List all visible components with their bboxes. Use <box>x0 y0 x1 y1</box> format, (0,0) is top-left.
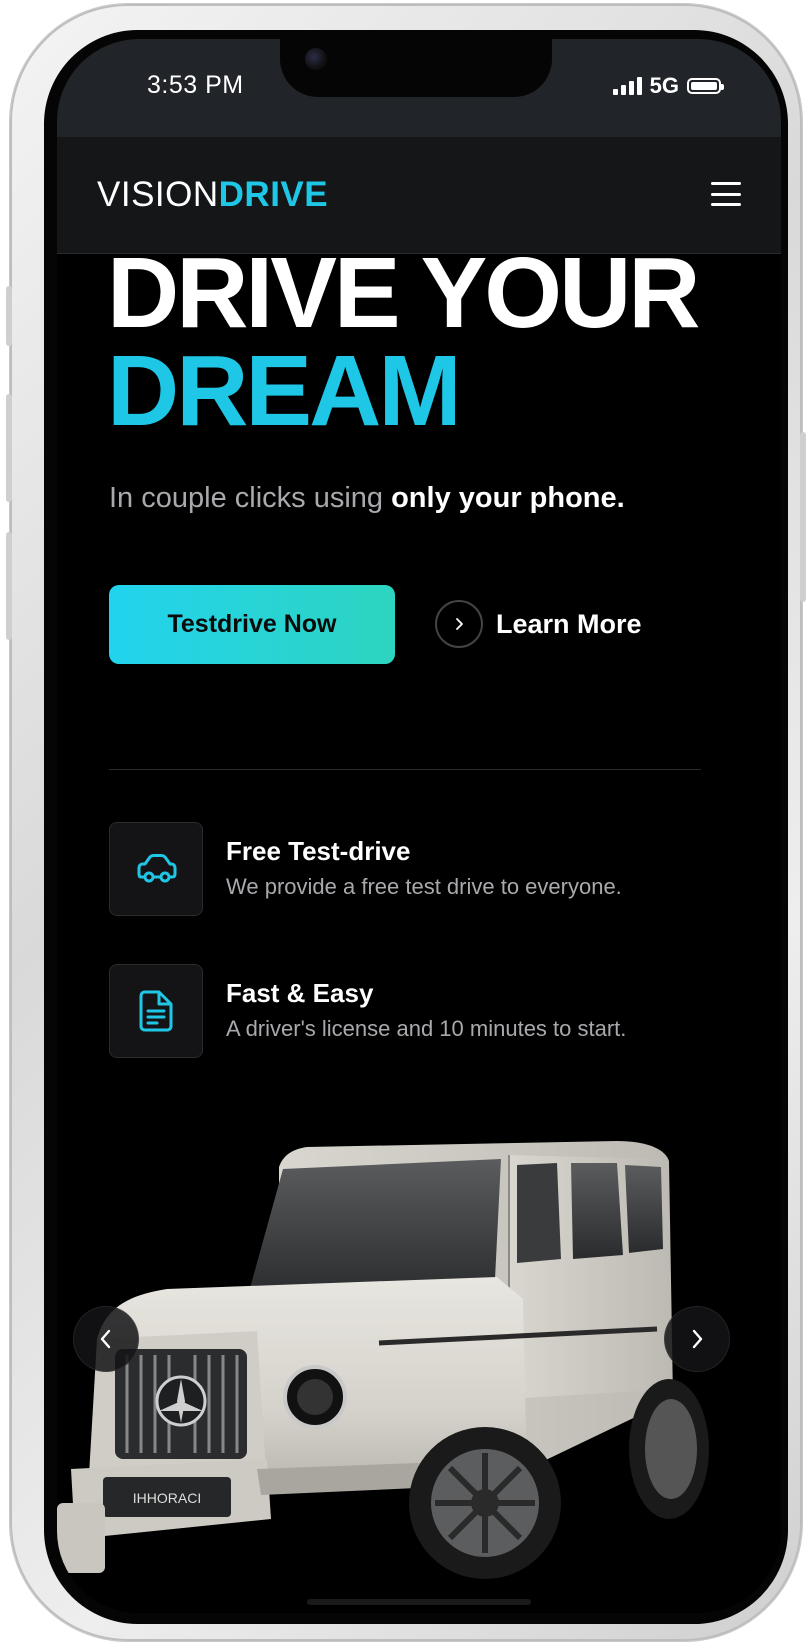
hero-title-line1: DRIVE YOUR <box>107 237 701 349</box>
network-type: 5G <box>649 73 679 98</box>
hero-title-line2: DREAM <box>107 335 462 447</box>
status-indicators: 5G <box>612 73 724 99</box>
signal-icon <box>612 77 642 95</box>
subtitle-bold: only your phone. <box>391 482 625 514</box>
notch <box>280 39 552 97</box>
hero-subtitle: In couple clicks using only your phone. <box>109 482 625 515</box>
subtitle-plain: In couple clicks using <box>109 482 392 514</box>
chevron-right-circle-icon <box>435 600 483 648</box>
document-icon <box>109 964 203 1058</box>
testdrive-now-button[interactable]: Testdrive Now <box>109 585 395 664</box>
feature-item: Fast & Easy A driver's license and 10 mi… <box>109 964 729 1060</box>
license-plate: IHHORACI <box>133 1490 201 1506</box>
phone-screen: 3:53 PM 5G VISIONDRIVE DRIVE YOUR DREAM <box>57 39 781 1613</box>
chevron-right-icon <box>692 1329 703 1349</box>
feature-description: A driver's license and 10 minutes to sta… <box>226 1016 627 1041</box>
hero-title: DRIVE YOUR DREAM <box>107 237 701 447</box>
logo-vision: VISION <box>97 175 219 214</box>
chevron-left-icon <box>100 1329 111 1349</box>
status-time: 3:53 PM <box>147 71 244 99</box>
phone-frame: 3:53 PM 5G VISIONDRIVE DRIVE YOUR DREAM <box>6 4 806 1641</box>
battery-icon <box>687 78 724 94</box>
feature-description: We provide a free test drive to everyone… <box>226 874 622 899</box>
feature-item: Free Test-drive We provide a free test d… <box>109 822 729 918</box>
logo-drive: DRIVE <box>218 175 329 214</box>
learn-more-link[interactable]: Learn More <box>435 600 642 648</box>
home-indicator <box>307 1599 531 1605</box>
power-button <box>800 432 806 602</box>
mute-switch <box>6 286 12 346</box>
front-camera <box>305 48 327 70</box>
brand-logo[interactable]: VISIONDRIVE <box>97 175 328 215</box>
hamburger-menu-icon[interactable] <box>711 182 741 206</box>
volume-up-button <box>6 394 12 502</box>
volume-down-button <box>6 532 12 640</box>
learn-more-label: Learn More <box>496 608 642 639</box>
feature-title: Fast & Easy <box>226 978 374 1008</box>
carousel-prev-button[interactable] <box>73 1306 139 1372</box>
car-icon <box>109 822 203 916</box>
section-divider <box>109 769 701 770</box>
carousel-next-button[interactable] <box>664 1306 730 1372</box>
feature-title: Free Test-drive <box>226 836 411 866</box>
